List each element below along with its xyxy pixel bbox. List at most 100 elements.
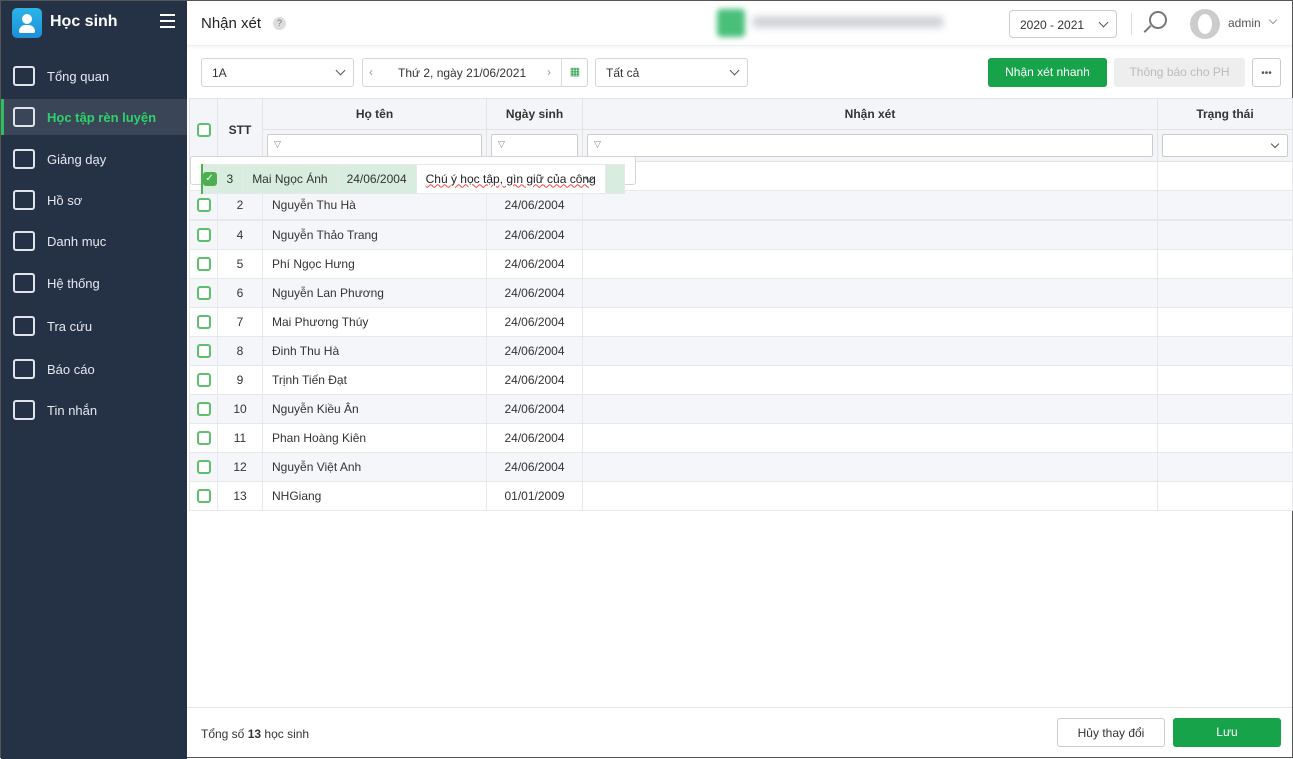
sidebar-item-5[interactable]: Hệ thống	[1, 265, 187, 301]
comment-cell[interactable]	[582, 220, 1158, 250]
dob-cell: 24/06/2004	[486, 249, 583, 279]
stt-cell: 5	[217, 249, 263, 279]
row-checkbox[interactable]	[196, 315, 211, 329]
chevron-down-icon[interactable]	[1268, 15, 1278, 25]
next-day-icon[interactable]: ›	[547, 65, 551, 79]
search-chart-icon[interactable]	[1149, 11, 1167, 29]
header-name[interactable]: Họ tên	[262, 98, 487, 130]
comment-cell[interactable]	[582, 307, 1158, 337]
row-checkbox[interactable]	[196, 431, 211, 445]
row-checkbox[interactable]	[196, 344, 211, 358]
row-checkbox[interactable]	[196, 286, 211, 300]
comment-cell[interactable]	[582, 336, 1158, 366]
chevron-down-icon	[1270, 139, 1280, 149]
help-icon[interactable]: ?	[273, 17, 286, 30]
select-all-checkbox[interactable]	[196, 123, 211, 137]
school-year-value: 2020 - 2021	[1020, 18, 1085, 32]
name-cell: NHGiang	[262, 481, 487, 511]
sidebar-item-0[interactable]: Tổng quan	[1, 58, 187, 94]
prev-day-icon[interactable]: ‹	[369, 65, 373, 79]
row-checkbox[interactable]	[196, 402, 211, 416]
username[interactable]: admin	[1228, 16, 1261, 30]
status-cell[interactable]	[1157, 394, 1293, 424]
board-icon	[13, 149, 35, 169]
calendar-icon[interactable]: ▦	[561, 59, 588, 86]
table-row[interactable]: 10 Nguyễn Kiều Ân 24/06/2004	[189, 394, 1293, 424]
table-row[interactable]: 6 Nguyễn Lan Phương 24/06/2004	[189, 278, 1293, 308]
avatar[interactable]	[1190, 9, 1220, 39]
sidebar-item-7[interactable]: Báo cáo	[1, 351, 187, 387]
sidebar-item-6[interactable]: Tra cứu	[1, 308, 187, 344]
table-row[interactable]: 4 Nguyễn Thảo Trang 24/06/2004	[189, 220, 1293, 250]
more-options-button[interactable]: •••	[1252, 58, 1281, 87]
save-button[interactable]: Lưu	[1173, 718, 1281, 747]
table-row[interactable]: 9 Trịnh Tiến Đạt 24/06/2004	[189, 365, 1293, 395]
comment-cell[interactable]	[582, 423, 1158, 453]
row-checkbox[interactable]: ✓	[202, 171, 217, 186]
table-row[interactable]: ✓ 3 Mai Ngọc Ánh 24/06/2004 Chú ý học tậ…	[189, 155, 636, 194]
status-cell[interactable]	[1157, 161, 1293, 191]
table-row[interactable]: 11 Phan Hoàng Kiên 24/06/2004	[189, 423, 1293, 453]
comment-cell[interactable]	[582, 249, 1158, 279]
table-row[interactable]: 8 Đinh Thu Hà 24/06/2004	[189, 336, 1293, 366]
comment-cell[interactable]: Chú ý học tập, gìn giữ của công	[415, 163, 606, 194]
row-checkbox[interactable]	[196, 257, 211, 271]
notify-parents-button[interactable]: Thông báo cho PH	[1114, 58, 1245, 87]
row-checkbox[interactable]	[196, 198, 211, 212]
sidebar-item-1[interactable]: Học tập rèn luyện	[1, 99, 187, 135]
gear-icon	[13, 273, 35, 293]
dob-filter-input[interactable]: ▽	[491, 134, 578, 157]
status-filter-select[interactable]: Tất cả	[595, 58, 748, 87]
status-cell[interactable]	[1157, 190, 1293, 220]
comment-cell[interactable]	[582, 481, 1158, 511]
status-cell[interactable]	[1157, 423, 1293, 453]
table-row[interactable]: 2 Nguyễn Thu Hà 24/06/2004	[189, 190, 1293, 220]
quick-comment-button[interactable]: Nhận xét nhanh	[988, 58, 1107, 87]
table-row[interactable]: 7 Mai Phương Thúy 24/06/2004	[189, 307, 1293, 337]
school-year-select[interactable]: 2020 - 2021	[1009, 10, 1117, 38]
sidebar-item-8[interactable]: Tin nhắn	[1, 392, 187, 428]
comment-cell[interactable]	[582, 161, 1158, 191]
total-number: 13	[247, 727, 262, 741]
status-cell[interactable]	[1157, 249, 1293, 279]
header-status[interactable]: Trạng thái	[1157, 98, 1293, 130]
table-row[interactable]: 5 Phí Ngọc Hưng 24/06/2004	[189, 249, 1293, 279]
header-comment[interactable]: Nhận xét	[582, 98, 1158, 130]
comment-cell[interactable]	[582, 394, 1158, 424]
students-table: STT Họ tên Ngày sinh Nhận xét Trạng thái…	[189, 98, 1293, 511]
menu-toggle-icon[interactable]	[160, 14, 175, 28]
name-cell: Đinh Thu Hà	[262, 336, 487, 366]
date-picker[interactable]: ‹ Thứ 2, ngày 21/06/2021 › ▦	[362, 58, 588, 87]
comment-input[interactable]: Chú ý học tập, gìn giữ của công	[426, 172, 596, 186]
class-select[interactable]: 1A	[201, 58, 354, 87]
status-filter-dropdown[interactable]	[1162, 134, 1288, 157]
sidebar-item-3[interactable]: Hồ sơ	[1, 182, 187, 218]
cancel-changes-button[interactable]: Hủy thay đổi	[1057, 718, 1165, 747]
sidebar-item-label: Hồ sơ	[47, 192, 83, 208]
status-cell[interactable]	[1157, 365, 1293, 395]
sidebar-item-4[interactable]: Danh mục	[1, 223, 187, 259]
row-checkbox[interactable]	[196, 489, 211, 503]
status-cell[interactable]	[1157, 278, 1293, 308]
comment-cell[interactable]	[582, 452, 1158, 482]
status-cell[interactable]	[1157, 481, 1293, 511]
header-dob[interactable]: Ngày sinh	[486, 98, 583, 130]
comment-filter-input[interactable]: ▽	[587, 134, 1153, 157]
status-cell[interactable]	[1157, 307, 1293, 337]
table-row[interactable]: 12 Nguyễn Việt Anh 24/06/2004	[189, 452, 1293, 482]
table-row[interactable]: 13 NHGiang 01/01/2009	[189, 481, 1293, 511]
row-checkbox[interactable]	[196, 228, 211, 242]
sidebar-item-2[interactable]: Giảng dạy	[1, 141, 187, 177]
status-cell[interactable]	[1157, 336, 1293, 366]
status-cell[interactable]	[1157, 452, 1293, 482]
status-cell[interactable]	[604, 163, 625, 194]
comment-cell[interactable]	[582, 365, 1158, 395]
name-filter-input[interactable]: ▽	[267, 134, 482, 157]
comment-cell[interactable]	[582, 190, 1158, 220]
row-checkbox-cell	[189, 336, 218, 366]
blurred-school-name	[753, 17, 943, 27]
status-cell[interactable]	[1157, 220, 1293, 250]
comment-cell[interactable]	[582, 278, 1158, 308]
row-checkbox[interactable]	[196, 373, 211, 387]
row-checkbox[interactable]	[196, 460, 211, 474]
